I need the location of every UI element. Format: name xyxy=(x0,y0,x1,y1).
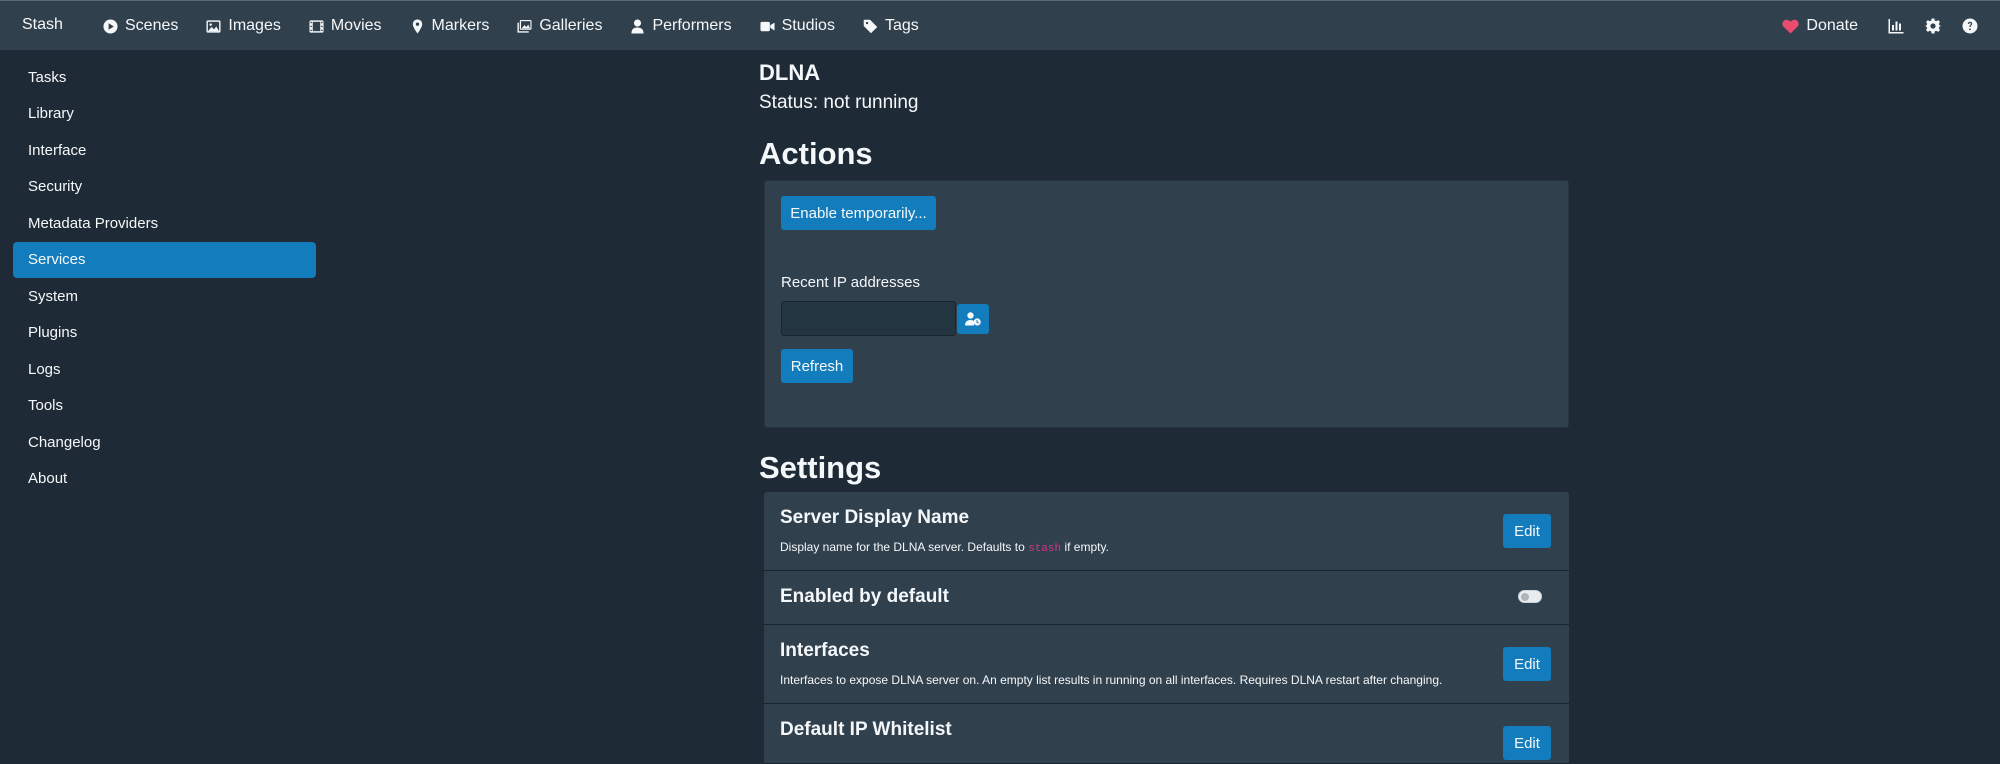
stats-button[interactable] xyxy=(1888,18,1904,34)
nav-images-label: Images xyxy=(228,17,281,34)
nav-studios-label: Studios xyxy=(781,17,835,34)
page-title: DLNA xyxy=(759,60,821,85)
enable-temporarily-button[interactable]: Enable temporarily... xyxy=(781,196,936,230)
top-navbar: Stash Scenes Images Movies Markers Galle… xyxy=(0,0,2000,50)
sidebar-item-interface[interactable]: Interface xyxy=(13,132,316,169)
nav-items: Scenes Images Movies Markers Galleries P… xyxy=(103,1,947,51)
donate-label: Donate xyxy=(1806,17,1858,34)
actions-card: Enable temporarily... Recent IP addresse… xyxy=(764,180,1569,428)
film-icon xyxy=(309,19,324,33)
nav-galleries[interactable]: Galleries xyxy=(517,1,602,51)
toggle-knob xyxy=(1521,593,1529,601)
dlna-status: Status: not running xyxy=(759,92,919,113)
map-marker-icon xyxy=(412,18,422,34)
nav-galleries-label: Galleries xyxy=(539,17,603,34)
sidebar-item-system[interactable]: System xyxy=(13,278,316,315)
refresh-button[interactable]: Refresh xyxy=(781,349,853,383)
sidebar-item-metadata-providers[interactable]: Metadata Providers xyxy=(13,205,316,242)
sidebar-item-tasks[interactable]: Tasks xyxy=(13,59,316,96)
setting-title: Server Display Name xyxy=(780,507,970,528)
video-camera-icon xyxy=(760,21,775,31)
user-clock-icon xyxy=(965,312,981,326)
setting-default-ip-whitelist: Default IP Whitelist Edit xyxy=(764,704,1569,764)
setting-interfaces: Interfaces Interfaces to expose DLNA ser… xyxy=(764,625,1569,704)
tag-icon xyxy=(863,19,878,33)
settings-button[interactable] xyxy=(1925,18,1941,34)
images-icon xyxy=(517,19,532,33)
help-icon xyxy=(1962,18,1978,34)
edit-server-display-name-button[interactable]: Edit xyxy=(1503,514,1551,548)
recent-ip-label: Recent IP addresses xyxy=(781,274,920,291)
help-button[interactable] xyxy=(1962,18,1978,34)
default-value-code: stash xyxy=(1028,543,1062,555)
image-icon xyxy=(206,19,221,33)
settings-sidebar: Tasks Library Interface Security Metadat… xyxy=(13,59,316,497)
recent-ip-select[interactable] xyxy=(781,301,956,336)
setting-enabled-by-default: Enabled by default xyxy=(764,571,1569,625)
sidebar-item-tools[interactable]: Tools xyxy=(13,388,316,425)
sidebar-item-logs[interactable]: Logs xyxy=(13,351,316,388)
play-circle-icon xyxy=(103,18,118,34)
sidebar-item-about[interactable]: About xyxy=(13,461,316,498)
nav-images[interactable]: Images xyxy=(206,1,281,51)
nav-tags[interactable]: Tags xyxy=(863,1,919,51)
actions-heading: Actions xyxy=(759,136,873,171)
sidebar-item-changelog[interactable]: Changelog xyxy=(13,424,316,461)
edit-default-ip-whitelist-button[interactable]: Edit xyxy=(1503,726,1551,760)
desc-text-after: if empty. xyxy=(1061,540,1109,554)
gear-icon xyxy=(1925,18,1941,34)
nav-tags-label: Tags xyxy=(884,17,919,34)
nav-scenes[interactable]: Scenes xyxy=(103,1,178,51)
sidebar-item-security[interactable]: Security xyxy=(13,169,316,206)
nav-markers-label: Markers xyxy=(431,17,490,34)
setting-title: Enabled by default xyxy=(780,586,949,607)
setting-title: Interfaces xyxy=(780,640,870,661)
nav-movies-label: Movies xyxy=(330,17,382,34)
stats-chart-icon xyxy=(1888,19,1904,34)
sidebar-item-library[interactable]: Library xyxy=(13,96,316,133)
setting-server-display-name: Server Display Name Display name for the… xyxy=(764,492,1569,571)
nav-right: Donate xyxy=(1782,1,2000,51)
allow-ip-button[interactable] xyxy=(957,304,989,334)
nav-markers[interactable]: Markers xyxy=(410,1,490,51)
nav-movies[interactable]: Movies xyxy=(309,1,382,51)
edit-interfaces-button[interactable]: Edit xyxy=(1503,647,1551,681)
setting-description: Display name for the DLNA server. Defaul… xyxy=(780,540,1109,555)
nav-scenes-label: Scenes xyxy=(125,17,179,34)
nav-performers-label: Performers xyxy=(652,17,732,34)
nav-studios[interactable]: Studios xyxy=(760,1,835,51)
sidebar-item-plugins[interactable]: Plugins xyxy=(13,315,316,352)
brand-link[interactable]: Stash xyxy=(22,16,63,34)
settings-heading: Settings xyxy=(759,450,882,485)
nav-performers[interactable]: Performers xyxy=(630,1,732,51)
donate-button[interactable]: Donate xyxy=(1782,17,1858,35)
settings-list: Server Display Name Display name for the… xyxy=(764,492,1569,764)
enabled-by-default-toggle[interactable] xyxy=(1518,590,1542,603)
heart-icon xyxy=(1782,19,1800,33)
setting-title: Default IP Whitelist xyxy=(780,719,952,740)
desc-text: Display name for the DLNA server. Defaul… xyxy=(780,540,1029,554)
sidebar-item-services[interactable]: Services xyxy=(13,241,316,278)
setting-description: Interfaces to expose DLNA server on. An … xyxy=(780,673,1443,687)
user-icon xyxy=(631,18,645,34)
